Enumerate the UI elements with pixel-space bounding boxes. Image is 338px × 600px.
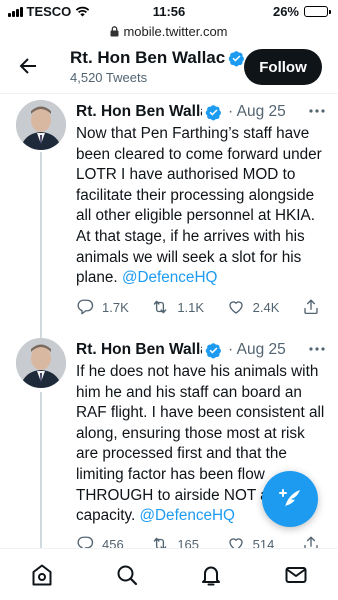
retweet-icon xyxy=(154,300,167,314)
mail-icon xyxy=(285,566,307,583)
tweet-text: Now that Pen Farthing’s staff have been … xyxy=(76,124,326,289)
tweet-actions: 1.7K 1.1K 2.4K xyxy=(76,296,324,318)
mention-link[interactable]: @DefenceHQ xyxy=(122,269,217,286)
tweet-timestamp[interactable]: · Aug 25 xyxy=(228,103,286,121)
profile-photo xyxy=(16,338,66,388)
reply-count: 1.7K xyxy=(102,299,129,315)
more-dots-icon[interactable] xyxy=(308,344,326,354)
nav-search[interactable] xyxy=(112,560,142,590)
retweet-count: 1.1K xyxy=(177,299,205,315)
more-dots-icon[interactable] xyxy=(308,106,326,116)
avatar[interactable] xyxy=(16,100,66,150)
arrow-left-icon[interactable] xyxy=(16,54,40,78)
lock-icon xyxy=(110,25,119,36)
verified-badge-icon xyxy=(205,104,221,120)
verified-badge-icon xyxy=(205,342,221,358)
nav-home[interactable] xyxy=(27,560,57,590)
follow-button[interactable]: Follow xyxy=(244,49,322,85)
header-display-name: Rt. Hon Ben Wallace xyxy=(70,48,225,67)
heart-icon xyxy=(228,301,243,314)
avatar[interactable] xyxy=(16,338,66,388)
bottom-navigation xyxy=(0,548,338,600)
author-name[interactable]: Rt. Hon Ben Wallace xyxy=(76,341,202,359)
tweet-body: Now that Pen Farthing’s staff have been … xyxy=(76,125,322,287)
battery-icon xyxy=(304,6,331,17)
reply-button[interactable]: 1.7K xyxy=(76,298,138,316)
bell-icon xyxy=(202,566,221,585)
verified-badge-icon xyxy=(228,50,244,66)
address-bar[interactable]: mobile.twitter.com xyxy=(0,22,338,40)
compose-tweet-button[interactable] xyxy=(262,471,318,527)
share-button[interactable] xyxy=(302,298,324,316)
tweet-header: Rt. Hon Ben Wallace · Aug 25 xyxy=(76,102,326,122)
author-name[interactable]: Rt. Hon Ben Wallace xyxy=(76,103,202,121)
profile-header: Rt. Hon Ben Wallace 4,520 Tweets Follow xyxy=(0,42,338,94)
tweet-count: 4,520 Tweets xyxy=(70,70,148,85)
retweet-button[interactable]: 1.1K xyxy=(151,298,213,316)
battery-group: 26% xyxy=(272,4,331,19)
tweet-timestamp[interactable]: · Aug 25 xyxy=(228,341,286,359)
nav-messages[interactable] xyxy=(281,560,311,590)
status-bar: TESCO 11:56 26% xyxy=(0,0,338,22)
header-title: Rt. Hon Ben Wallace xyxy=(70,48,246,68)
profile-photo xyxy=(16,100,66,150)
like-button[interactable]: 2.4K xyxy=(227,298,289,316)
like-count: 2.4K xyxy=(252,299,280,315)
tweet-header: Rt. Hon Ben Wallace · Aug 25 xyxy=(76,340,326,360)
mention-link[interactable]: @DefenceHQ xyxy=(139,507,234,524)
url-text: mobile.twitter.com xyxy=(123,23,228,39)
search-icon xyxy=(117,565,137,585)
nav-notifications[interactable] xyxy=(196,560,226,590)
reply-icon xyxy=(77,299,94,315)
compose-tweet-icon xyxy=(279,489,300,507)
share-icon xyxy=(304,299,318,315)
home-icon xyxy=(32,564,52,585)
battery-percent: 26% xyxy=(272,4,299,19)
tweet[interactable]: Rt. Hon Ben Wallace · Aug 25 Now that Pe… xyxy=(0,100,338,330)
